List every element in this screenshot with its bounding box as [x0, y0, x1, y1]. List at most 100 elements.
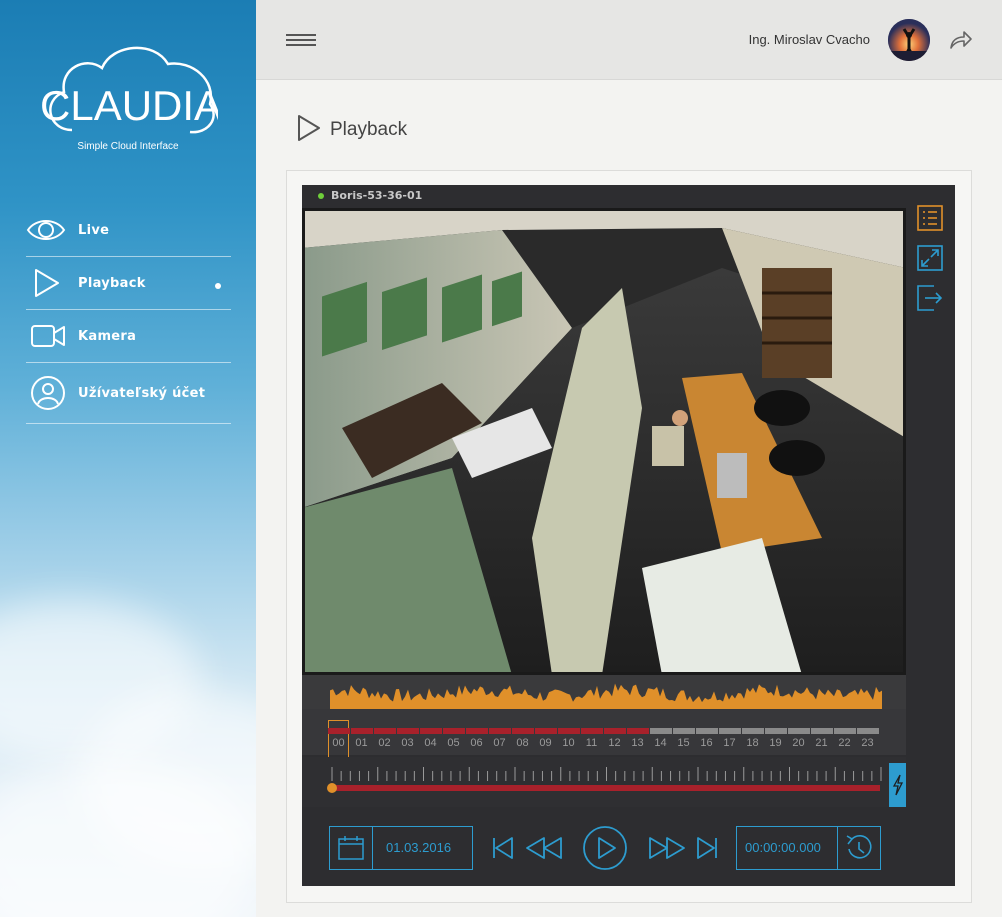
hour-segment[interactable] [420, 728, 442, 734]
history-icon [837, 827, 880, 869]
hour-segment[interactable] [397, 728, 419, 734]
hour-label[interactable]: 13 [626, 737, 649, 749]
calendar-icon [330, 827, 373, 869]
play-icon [26, 265, 66, 301]
hour-label[interactable]: 10 [557, 737, 580, 749]
hour-segment[interactable] [627, 728, 649, 734]
hour-segment[interactable] [857, 728, 879, 734]
hour-label[interactable]: 05 [442, 737, 465, 749]
hour-segment[interactable] [650, 728, 672, 734]
hour-segment[interactable] [834, 728, 856, 734]
eye-icon [26, 212, 66, 248]
hour-label[interactable]: 15 [672, 737, 695, 749]
recorded-track[interactable] [332, 785, 880, 791]
live-jump-button[interactable] [889, 763, 906, 807]
skip-start-icon[interactable] [491, 835, 515, 861]
skip-end-icon[interactable] [695, 835, 719, 861]
page-title-text: Playback [330, 119, 408, 140]
hour-segment[interactable] [742, 728, 764, 734]
hour-segment[interactable] [604, 728, 626, 734]
player-side-tools [917, 205, 945, 325]
hour-label[interactable]: 11 [580, 737, 603, 749]
hour-segment[interactable] [719, 728, 741, 734]
hour-segment[interactable] [351, 728, 373, 734]
user-name[interactable]: Ing. Miroslav Cvacho [749, 32, 870, 47]
video-player: Boris-53-36-01 00 01 02 03 04 05 06 07 0… [302, 185, 955, 886]
sidebar-item-live[interactable]: Live [26, 204, 231, 257]
date-picker[interactable]: 01.03.2016 [329, 826, 473, 870]
hour-segment[interactable] [466, 728, 488, 734]
hour-segment[interactable] [374, 728, 396, 734]
play-button[interactable] [582, 825, 628, 871]
hour-label[interactable]: 22 [833, 737, 856, 749]
hour-segment[interactable] [811, 728, 833, 734]
sidebar-item-kamera[interactable]: Kamera [26, 310, 231, 363]
logout-icon[interactable] [949, 28, 973, 52]
camera-label: Boris-53-36-01 [318, 189, 422, 202]
hour-segment[interactable] [535, 728, 557, 734]
hour-segment[interactable] [328, 728, 350, 734]
active-indicator [215, 283, 221, 289]
waveform-shape [330, 683, 882, 709]
hour-segment[interactable] [558, 728, 580, 734]
hour-label[interactable]: 08 [511, 737, 534, 749]
camera-icon [26, 318, 66, 354]
sidebar-item-label: Live [78, 222, 110, 238]
hour-label[interactable]: 09 [534, 737, 557, 749]
hour-segment[interactable] [489, 728, 511, 734]
hour-segment[interactable] [765, 728, 787, 734]
play-icon [296, 113, 322, 147]
fast-forward-icon[interactable] [647, 835, 687, 861]
hour-label[interactable]: 19 [764, 737, 787, 749]
hour-label[interactable]: 18 [741, 737, 764, 749]
hour-label[interactable]: 00 [327, 737, 350, 749]
avatar[interactable] [888, 19, 930, 61]
hour-label[interactable]: 03 [396, 737, 419, 749]
hour-label[interactable]: 01 [350, 737, 373, 749]
hour-segment[interactable] [673, 728, 695, 734]
time-picker[interactable]: 00:00:00.000 [736, 826, 881, 870]
flash-icon [892, 774, 903, 796]
hamburger-icon[interactable] [286, 34, 316, 48]
hour-label[interactable]: 04 [419, 737, 442, 749]
sidebar-item-playback[interactable]: Playback [26, 257, 231, 310]
hour-label[interactable]: 20 [787, 737, 810, 749]
claudia-logo[interactable]: CLAUDIA [38, 38, 222, 158]
hour-label[interactable]: 17 [718, 737, 741, 749]
hour-label[interactable]: 14 [649, 737, 672, 749]
page-title: Playback [296, 113, 407, 147]
hour-segment[interactable] [788, 728, 810, 734]
sidebar-item-label: Kamera [78, 328, 137, 344]
activity-waveform [302, 675, 906, 709]
user-icon [26, 375, 66, 411]
hour-segment[interactable] [696, 728, 718, 734]
sidebar-item-user-account[interactable]: Užívateľský účet [26, 363, 231, 424]
hour-label[interactable]: 06 [465, 737, 488, 749]
video-frame[interactable] [302, 208, 906, 675]
top-header: Ing. Miroslav Cvacho [256, 0, 1002, 80]
hour-label[interactable]: 02 [373, 737, 396, 749]
expand-icon[interactable] [917, 245, 943, 271]
playback-controls: 01.03.2016 00:00:00.000 [302, 807, 955, 886]
minute-scrubber[interactable] [302, 757, 906, 807]
hour-segment[interactable] [581, 728, 603, 734]
camera-name: Boris-53-36-01 [331, 189, 423, 202]
hour-label[interactable]: 07 [488, 737, 511, 749]
date-value: 01.03.2016 [386, 840, 452, 855]
sidebar-nav: Live Playback Kamera Užívateľský účet [26, 204, 231, 424]
list-icon[interactable] [917, 205, 943, 231]
time-value: 00:00:00.000 [745, 840, 821, 855]
logo-text: CLAUDIA [40, 82, 218, 129]
sidebar: CLAUDIA Simple Cloud Interface Live Play… [0, 0, 256, 917]
hour-segment[interactable] [443, 728, 465, 734]
playhead[interactable] [327, 783, 337, 793]
hour-timeline[interactable]: 00 01 02 03 04 05 06 07 08 09 10 11 12 13 14 15 16 17 18 19… [302, 709, 906, 759]
hour-label[interactable]: 21 [810, 737, 833, 749]
hour-segment[interactable] [512, 728, 534, 734]
logo-subtitle: Simple Cloud Interface [77, 141, 179, 152]
exit-icon[interactable] [917, 285, 943, 311]
rewind-icon[interactable] [524, 835, 564, 861]
hour-label[interactable]: 16 [695, 737, 718, 749]
hour-label[interactable]: 23 [856, 737, 879, 749]
hour-label[interactable]: 12 [603, 737, 626, 749]
